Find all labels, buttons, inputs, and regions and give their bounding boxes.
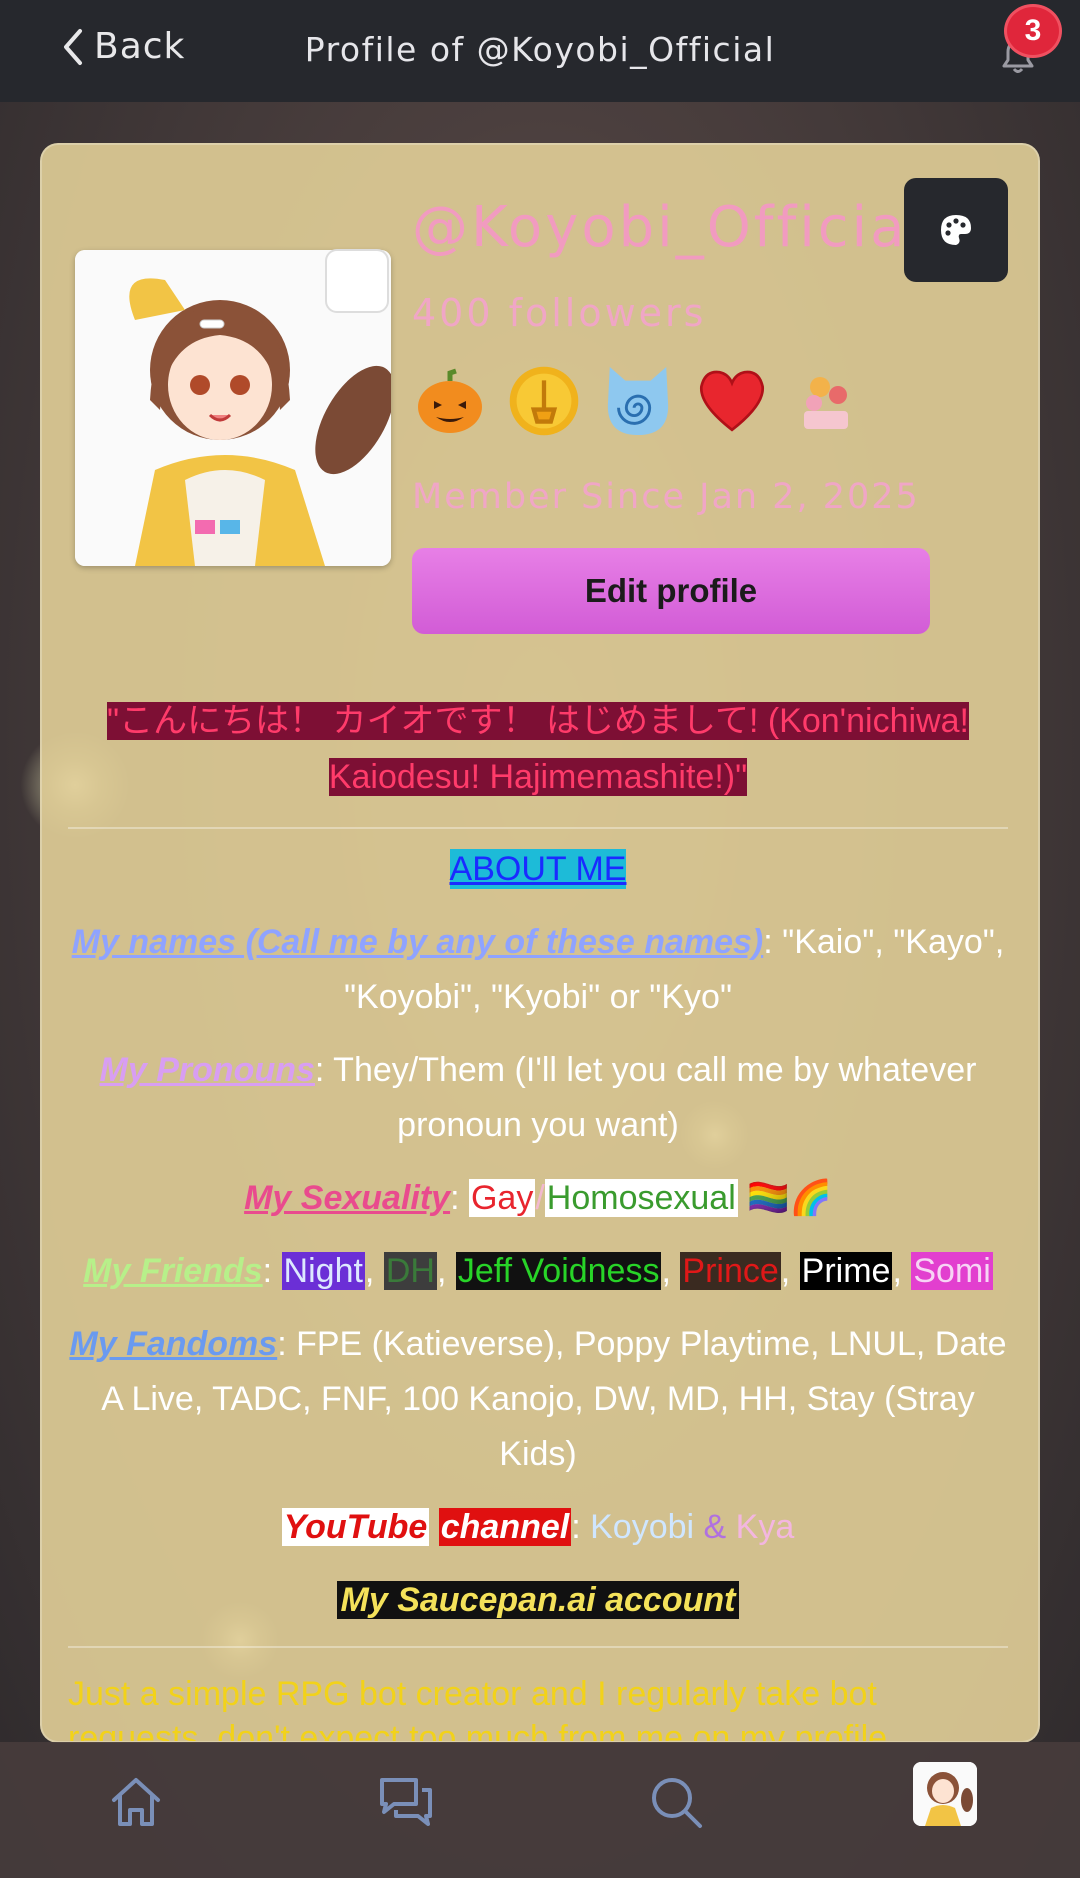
profile-card: @Koyobi_Official 400 followers Member Si… xyxy=(40,143,1040,1743)
friend-prime[interactable]: Prime xyxy=(799,1252,893,1290)
youtube-word[interactable]: YouTube xyxy=(281,1508,430,1546)
friend-prince[interactable]: Prince xyxy=(680,1252,781,1290)
friends-colon: : xyxy=(262,1252,282,1290)
youtube-kya-link[interactable]: Kya xyxy=(736,1508,795,1546)
names-link[interactable]: My names (Call me by any of these names) xyxy=(72,923,764,961)
bio-section: "こんにちは！ カイオです！ はじめまして! (Kon'nichiwa! Kai… xyxy=(68,693,1008,1743)
sexuality-link[interactable]: My Sexuality xyxy=(244,1179,450,1217)
saucepan-account-link[interactable]: My Saucepan.ai account xyxy=(336,1581,740,1619)
sexuality-gay: Gay xyxy=(468,1179,536,1217)
friend-somi[interactable]: Somi xyxy=(911,1252,993,1290)
chat-icon[interactable] xyxy=(376,1772,436,1832)
sexuality-homosexual: Homosexual xyxy=(544,1179,738,1217)
friends-link[interactable]: My Friends xyxy=(83,1252,262,1290)
friend-dh[interactable]: DH xyxy=(383,1252,437,1290)
pride-emoji: 🏳️‍🌈🌈 xyxy=(737,1179,832,1217)
fandoms-link[interactable]: My Fandoms xyxy=(69,1325,277,1363)
pronouns-value: : They/Them (I'll let you call me by wha… xyxy=(314,1051,977,1144)
flowers-badge-icon[interactable] xyxy=(790,365,862,437)
sexuality-slash: / xyxy=(535,1179,545,1217)
badge-row xyxy=(414,365,862,437)
fandoms-line: My Fandoms: FPE (Katieverse), Poppy Play… xyxy=(68,1317,1008,1482)
heart-badge-icon[interactable] xyxy=(696,365,768,437)
saucepan-line: My Saucepan.ai account xyxy=(68,1573,1008,1628)
home-icon[interactable] xyxy=(106,1772,166,1832)
greeting-text: "こんにちは！ カイオです！ はじめまして! (Kon'nichiwa! Kai… xyxy=(107,702,969,796)
sexuality-colon: : xyxy=(450,1179,469,1217)
pumpkin-badge-icon[interactable] xyxy=(414,365,486,437)
pronouns-link[interactable]: My Pronouns xyxy=(100,1051,315,1089)
top-bar: Back Profile of @Koyobi_Official 3 xyxy=(0,0,1080,102)
names-line: My names (Call me by any of these names)… xyxy=(68,915,1008,1025)
channel-word[interactable]: channel xyxy=(438,1508,572,1546)
sexuality-line: My Sexuality: Gay/Homosexual 🏳️‍🌈🌈 xyxy=(68,1171,1008,1226)
theme-palette-button[interactable] xyxy=(904,178,1008,282)
page-title: Profile of @Koyobi_Official xyxy=(304,30,776,69)
profile-avatar-nav[interactable] xyxy=(913,1762,977,1826)
youtube-amp: & xyxy=(694,1508,736,1546)
gold-coin-badge-icon[interactable] xyxy=(508,365,580,437)
anime-girl-avatar-image xyxy=(913,1762,977,1826)
followers-count[interactable]: 400 followers xyxy=(412,291,706,335)
member-since: Member Since Jan 2, 2025 xyxy=(412,477,920,517)
avatar-select-checkbox[interactable] xyxy=(325,249,389,313)
swirl-cat-badge-icon[interactable] xyxy=(602,365,674,437)
youtube-colon: : xyxy=(571,1508,591,1546)
youtube-line: YouTube channel: Koyobi & Kya xyxy=(68,1500,1008,1555)
friend-jeff-voidness[interactable]: Jeff Voidness xyxy=(455,1252,662,1290)
divider xyxy=(68,1646,1008,1648)
friend-night[interactable]: Night xyxy=(281,1252,365,1290)
palette-icon xyxy=(941,215,971,245)
pronouns-line: My Pronouns: They/Them (I'll let you cal… xyxy=(68,1043,1008,1153)
search-icon[interactable] xyxy=(646,1772,706,1832)
about-me-heading[interactable]: ABOUT ME xyxy=(449,849,627,889)
bottom-nav xyxy=(0,1742,1080,1878)
notification-badge: 3 xyxy=(1004,4,1062,58)
divider xyxy=(68,827,1008,829)
profile-username: @Koyobi_Official xyxy=(412,195,902,260)
bio-description: Just a simple RPG bot creator and I regu… xyxy=(68,1675,888,1743)
edit-profile-button[interactable]: Edit profile xyxy=(412,548,930,634)
youtube-koyobi-link[interactable]: Koyobi xyxy=(590,1508,694,1546)
friends-line: My Friends: Night, DH, Jeff Voidness, Pr… xyxy=(83,1252,993,1290)
